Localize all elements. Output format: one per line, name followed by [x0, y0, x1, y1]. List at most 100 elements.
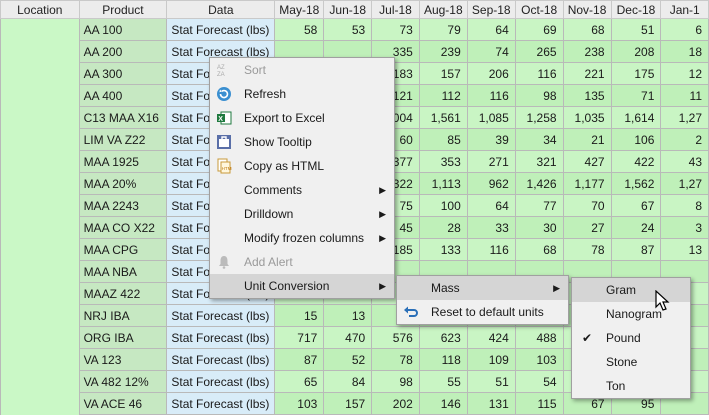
- value-cell[interactable]: 74: [466, 40, 516, 63]
- location-cell[interactable]: [0, 282, 80, 305]
- product-cell[interactable]: MAA NBA: [78, 260, 168, 283]
- value-cell[interactable]: 208: [610, 40, 662, 63]
- value-cell[interactable]: 13: [323, 304, 373, 327]
- product-cell[interactable]: NRJ IBA: [78, 304, 168, 327]
- value-cell[interactable]: 488: [514, 326, 564, 349]
- value-cell[interactable]: 427: [562, 150, 612, 173]
- value-cell[interactable]: 51: [466, 370, 516, 393]
- column-header[interactable]: Jul-18: [371, 0, 420, 19]
- value-cell[interactable]: 576: [371, 326, 420, 349]
- value-cell[interactable]: 100: [418, 194, 468, 217]
- menu-item-show-tooltip[interactable]: Show Tooltip: [210, 130, 394, 154]
- product-cell[interactable]: AA 100: [78, 18, 168, 41]
- menu-item-unit-conversion[interactable]: Unit Conversion ▶: [210, 274, 394, 298]
- data-type-cell[interactable]: Stat Forecast (lbs): [166, 348, 276, 371]
- value-cell[interactable]: 2: [660, 128, 709, 151]
- value-cell[interactable]: 54: [514, 370, 564, 393]
- value-cell[interactable]: 202: [371, 392, 420, 415]
- product-cell[interactable]: MAA 20%: [78, 172, 168, 195]
- value-cell[interactable]: 53: [323, 18, 373, 41]
- value-cell[interactable]: 353: [418, 150, 468, 173]
- value-cell[interactable]: 1,426: [514, 172, 564, 195]
- value-cell[interactable]: 98: [371, 370, 420, 393]
- value-cell[interactable]: 84: [323, 370, 373, 393]
- value-cell[interactable]: 1,614: [610, 106, 662, 129]
- location-cell[interactable]: [0, 172, 80, 195]
- value-cell[interactable]: 65: [274, 370, 325, 393]
- column-header[interactable]: Jun-18: [323, 0, 373, 19]
- column-header[interactable]: Sep-18: [466, 0, 516, 19]
- value-cell[interactable]: 87: [274, 348, 325, 371]
- value-cell[interactable]: 116: [466, 84, 516, 107]
- location-cell[interactable]: [0, 84, 80, 107]
- menu-item-stone[interactable]: Stone: [572, 350, 690, 374]
- location-cell[interactable]: [0, 392, 80, 415]
- value-cell[interactable]: 112: [418, 84, 468, 107]
- location-cell[interactable]: [0, 128, 80, 151]
- product-cell[interactable]: LIM VA Z22: [78, 128, 168, 151]
- value-cell[interactable]: 68: [514, 238, 564, 261]
- location-cell[interactable]: [0, 260, 80, 283]
- menu-item-ton[interactable]: Ton: [572, 374, 690, 398]
- location-cell[interactable]: [0, 40, 80, 63]
- value-cell[interactable]: 30: [514, 216, 564, 239]
- value-cell[interactable]: 8: [660, 194, 709, 217]
- value-cell[interactable]: 1,035: [562, 106, 612, 129]
- value-cell[interactable]: 11: [660, 84, 709, 107]
- value-cell[interactable]: 470: [323, 326, 373, 349]
- menu-item-modify-frozen-columns[interactable]: Modify frozen columns ▶: [210, 226, 394, 250]
- value-cell[interactable]: 271: [466, 150, 516, 173]
- menu-item-export-to-excel[interactable]: X Export to Excel: [210, 106, 394, 130]
- product-cell[interactable]: MAA 2243: [78, 194, 168, 217]
- product-cell[interactable]: AA 400: [78, 84, 168, 107]
- value-cell[interactable]: 27: [562, 216, 612, 239]
- menu-item-refresh[interactable]: Refresh: [210, 82, 394, 106]
- column-header[interactable]: Product: [78, 0, 168, 19]
- value-cell[interactable]: 28: [418, 216, 468, 239]
- location-cell[interactable]: [0, 238, 80, 261]
- location-cell[interactable]: [0, 326, 80, 349]
- value-cell[interactable]: 43: [660, 150, 709, 173]
- value-cell[interactable]: 717: [274, 326, 325, 349]
- value-cell[interactable]: 98: [514, 84, 564, 107]
- value-cell[interactable]: 33: [466, 216, 516, 239]
- value-cell[interactable]: 133: [418, 238, 468, 261]
- menu-item-reset-to-default-units[interactable]: Reset to default units: [397, 300, 568, 324]
- value-cell[interactable]: 12: [660, 62, 709, 85]
- value-cell[interactable]: 1,562: [610, 172, 662, 195]
- value-cell[interactable]: 68: [562, 18, 612, 41]
- value-cell[interactable]: 206: [466, 62, 516, 85]
- value-cell[interactable]: 67: [610, 194, 662, 217]
- value-cell[interactable]: 1,177: [562, 172, 612, 195]
- value-cell[interactable]: 34: [514, 128, 564, 151]
- value-cell[interactable]: 116: [514, 62, 564, 85]
- value-cell[interactable]: 13: [660, 238, 709, 261]
- data-type-cell[interactable]: Stat Forecast (lbs): [166, 326, 276, 349]
- value-cell[interactable]: 1,258: [514, 106, 564, 129]
- product-cell[interactable]: MAA 1925: [78, 150, 168, 173]
- column-header[interactable]: Nov-18: [562, 0, 612, 19]
- product-cell[interactable]: MAA CO X22: [78, 216, 168, 239]
- value-cell[interactable]: 1,085: [466, 106, 516, 129]
- data-type-cell[interactable]: Stat Forecast (lbs): [166, 370, 276, 393]
- value-cell[interactable]: 1,27: [660, 106, 709, 129]
- value-cell[interactable]: 115: [514, 392, 564, 415]
- value-cell[interactable]: 103: [274, 392, 325, 415]
- value-cell[interactable]: 52: [323, 348, 373, 371]
- column-header[interactable]: May-18: [274, 0, 325, 19]
- menu-item-comments[interactable]: Comments ▶: [210, 178, 394, 202]
- product-cell[interactable]: AA 300: [78, 62, 168, 85]
- menu-item-mass[interactable]: Mass ▶: [397, 276, 568, 300]
- value-cell[interactable]: 55: [418, 370, 468, 393]
- value-cell[interactable]: 175: [610, 62, 662, 85]
- value-cell[interactable]: 51: [610, 18, 662, 41]
- product-cell[interactable]: VA 123: [78, 348, 168, 371]
- product-cell[interactable]: MAAZ 422: [78, 282, 168, 305]
- value-cell[interactable]: 157: [418, 62, 468, 85]
- location-cell[interactable]: [0, 62, 80, 85]
- value-cell[interactable]: 116: [466, 238, 516, 261]
- data-type-cell[interactable]: Stat Forecast (lbs): [166, 18, 276, 41]
- column-header[interactable]: Data: [166, 0, 276, 19]
- value-cell[interactable]: 77: [514, 194, 564, 217]
- product-cell[interactable]: AA 200: [78, 40, 168, 63]
